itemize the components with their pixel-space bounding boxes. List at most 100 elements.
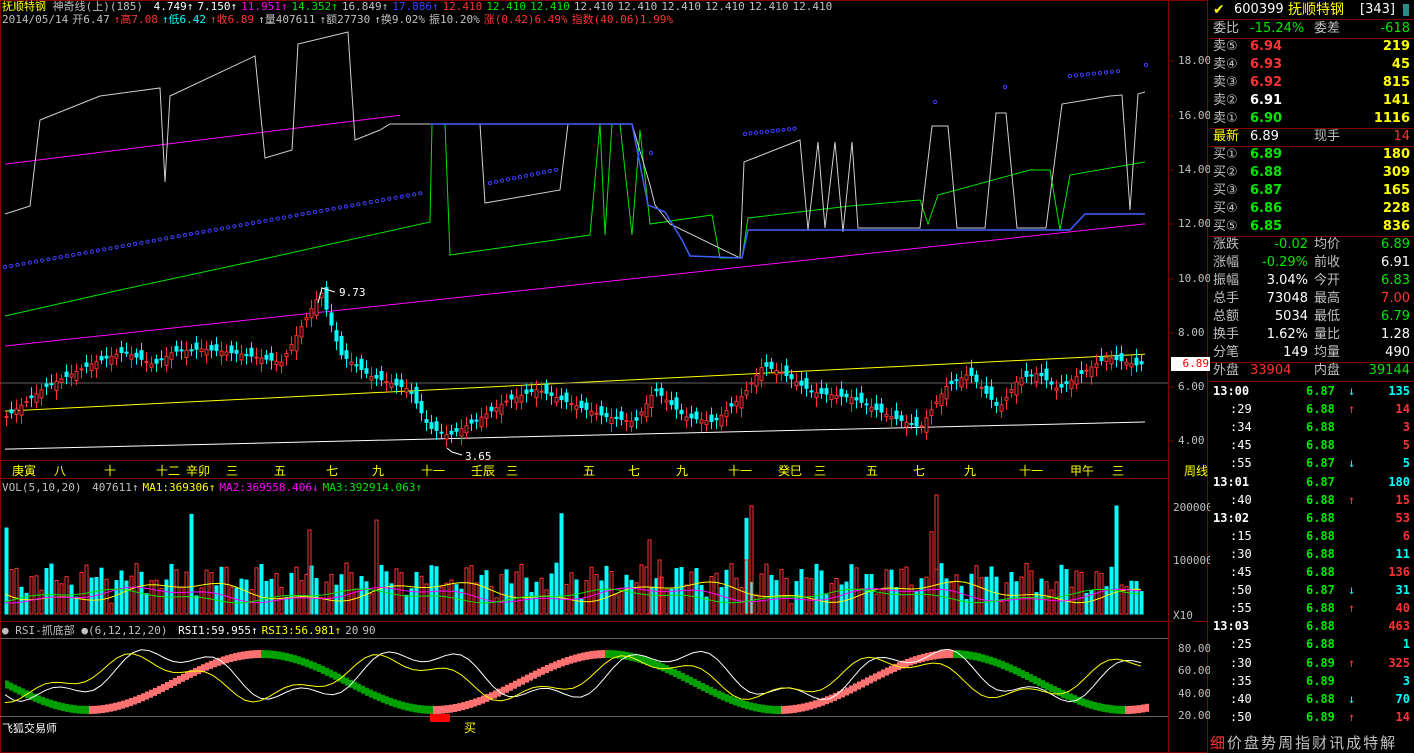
rsi-stripe — [721, 692, 725, 701]
bottom-tab[interactable]: 盘 — [1244, 734, 1259, 752]
bid-row[interactable]: 买⑤ 6.85 836 — [1210, 218, 1414, 236]
rsi-stripe — [165, 681, 169, 690]
ask-row[interactable]: 卖③ 6.92 815 — [1210, 74, 1414, 92]
rsi-stripe — [1105, 704, 1109, 713]
rsi-stripe — [773, 705, 777, 714]
stats-row: 换手 1.62% 量比 1.28 — [1210, 326, 1414, 344]
rsi-dot-icon[interactable]: ● — [2, 624, 9, 637]
volume-bar — [624, 574, 629, 615]
tick-price: 6.88 — [1306, 438, 1335, 453]
rsi-stripe — [41, 696, 45, 705]
rsi-stripe — [1041, 680, 1045, 689]
candle-body — [114, 353, 119, 359]
bid-row[interactable]: 买① 6.89 180 — [1210, 146, 1414, 164]
volume-bar — [1039, 578, 1044, 615]
candle-body — [239, 353, 244, 361]
stat-value: 6.79 — [1381, 309, 1410, 324]
volume-bar — [839, 584, 844, 615]
volume-bar — [939, 563, 944, 615]
ask-row[interactable]: 卖② 6.91 141 — [1210, 92, 1414, 110]
indicator-dot — [2, 264, 8, 270]
tick-time: :55 — [1230, 601, 1252, 616]
indicator-value: 7.150↑ — [197, 0, 238, 13]
rsi-stripe — [369, 689, 373, 698]
volume-bar — [134, 563, 139, 615]
candle-body — [89, 363, 94, 371]
chart-canvas[interactable] — [0, 0, 1208, 753]
bid-row[interactable]: 买③ 6.87 165 — [1210, 182, 1414, 200]
indicator-dot — [535, 171, 541, 176]
rsi-stripe — [533, 670, 537, 679]
bottom-tab[interactable]: 周 — [1278, 734, 1293, 752]
high-annotation: 9.73 — [339, 286, 366, 299]
info-item: ↑高7.08 — [113, 13, 158, 26]
candle-body — [954, 379, 959, 382]
bid-row[interactable]: 买④ 6.86 228 — [1210, 200, 1414, 218]
bottom-tab[interactable]: 成 — [1346, 734, 1361, 752]
rsi-title[interactable]: RSI-抓底部 — [15, 624, 75, 637]
candle-body — [709, 414, 714, 423]
volume-bar — [479, 574, 484, 615]
bottom-tab[interactable]: 价 — [1227, 734, 1242, 752]
candle-body — [1074, 376, 1079, 385]
tick-price: 6.87 — [1306, 474, 1335, 489]
bottom-tab[interactable]: 细 — [1210, 734, 1225, 752]
volume-bar — [419, 575, 424, 615]
bid-row[interactable]: 买② 6.88 309 — [1210, 164, 1414, 182]
volume-bar — [884, 569, 889, 615]
outer-label: 外盘 — [1213, 363, 1240, 378]
volume-bar — [629, 579, 634, 615]
rsi-value: 90 — [362, 624, 376, 637]
tick-time: :30 — [1230, 546, 1252, 561]
candle-body — [9, 409, 14, 414]
checkmark-icon[interactable]: ✔ — [1213, 1, 1225, 19]
bottom-tab[interactable]: 指 — [1295, 734, 1310, 752]
indicator-name[interactable]: 神奇线(上) — [53, 0, 110, 13]
candle-body — [564, 392, 569, 403]
bottom-tab[interactable]: 讯 — [1329, 734, 1344, 752]
candle-body — [64, 371, 69, 377]
volume-bar — [109, 602, 114, 615]
candle-body — [509, 394, 514, 400]
volume-header: VOL(5,10,20) 407611↑ MA1:369306↑ MA2:36955… — [2, 481, 422, 495]
rsi-stripe — [133, 696, 137, 705]
volume-bar — [49, 563, 54, 615]
ask-row[interactable]: 卖① 6.90 1116 — [1210, 110, 1414, 128]
rsi-stripe — [65, 703, 69, 712]
tick-price: 6.88 — [1306, 565, 1335, 579]
stat-value: 149 — [1283, 345, 1308, 360]
info-item: ↑收6.89 — [209, 13, 255, 26]
last-price-row: 最新 6.89 现手 14 — [1210, 128, 1414, 146]
ask-row[interactable]: 卖⑤ 6.94 219 — [1210, 38, 1414, 56]
candle-body — [104, 355, 109, 359]
stock-title: 抚顺特钢 — [2, 0, 46, 13]
volume-bar — [689, 571, 694, 615]
volume-title[interactable]: VOL(5,10,20) — [2, 481, 81, 494]
indicator-dot — [232, 224, 237, 229]
bid-label: 买⑤ — [1213, 219, 1238, 234]
rsi-stripe — [673, 668, 677, 677]
rsi-stripe — [193, 667, 197, 676]
bottom-tab[interactable]: 特 — [1363, 734, 1378, 752]
scroll-indicator[interactable] — [1403, 4, 1409, 16]
bottom-tab[interactable]: 财 — [1312, 734, 1327, 752]
candle-body — [234, 349, 239, 354]
bottom-tab[interactable]: 势 — [1261, 734, 1276, 752]
tick-arrow: ↑ — [1348, 655, 1356, 670]
candle-body — [519, 394, 524, 403]
date-tick-label: 五 — [583, 464, 596, 478]
rsi-stripe — [309, 660, 313, 669]
tick-row: :50 6.87 ↓ 31 — [1210, 581, 1414, 599]
ask-row[interactable]: 卖④ 6.93 45 — [1210, 56, 1414, 74]
candle-body — [44, 383, 49, 387]
tick-time: :29 — [1230, 402, 1252, 417]
weibi-value: -15.24% — [1250, 21, 1305, 36]
candle-body — [474, 419, 479, 422]
indicator-dot — [250, 220, 256, 226]
chart-area[interactable]: 抚顺特钢 神奇线(上)(185) 4.749↑ 7.150↑ 11.951↑ 14.3… — [0, 0, 1213, 753]
bottom-tab[interactable]: 解 — [1380, 734, 1395, 752]
date-tick-label: 九 — [372, 464, 385, 478]
indicator-dot — [151, 238, 156, 243]
volume-bar — [129, 575, 134, 615]
stat-label: 总额 — [1213, 309, 1240, 324]
